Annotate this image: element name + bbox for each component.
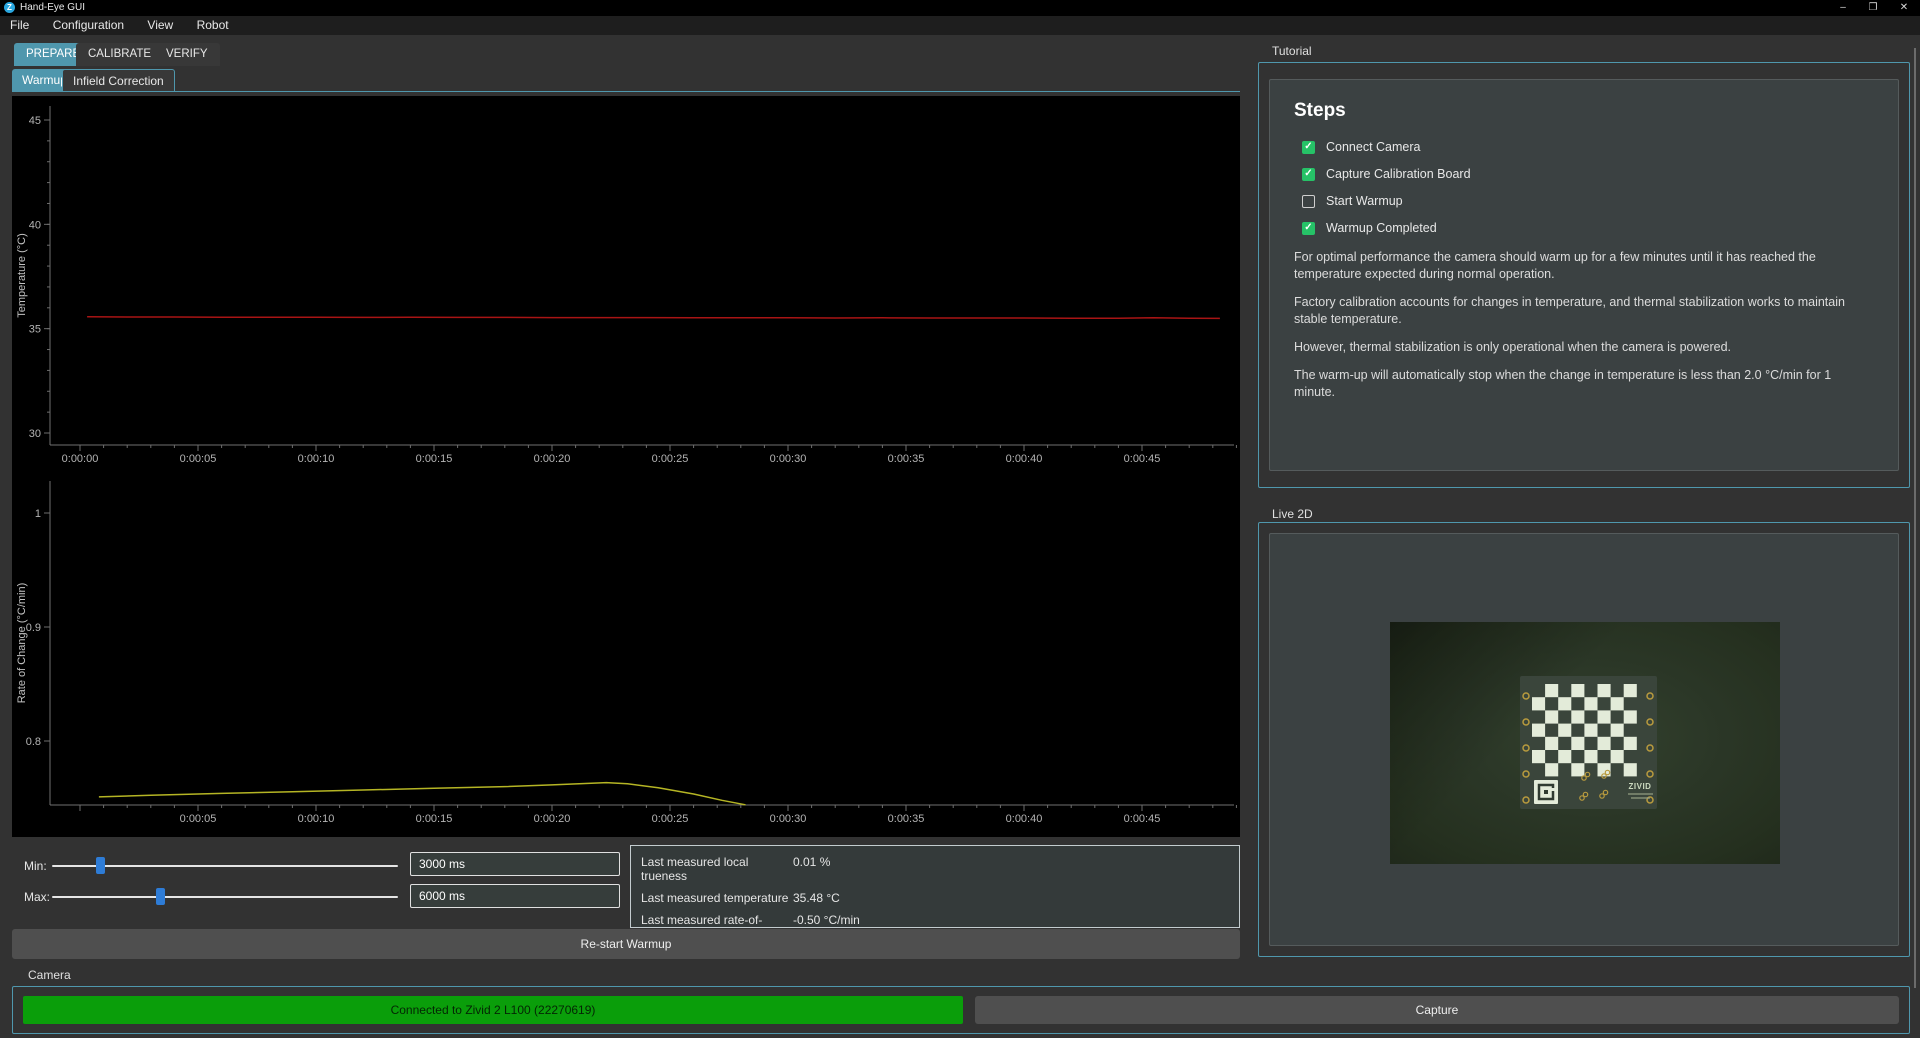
rate-of-change-chart: 0:00:05 0:00:10 0:00:15 0:00:20 0:00:25 0:00:… [12,473,1240,842]
close-button[interactable]: ✕ [1889,0,1919,15]
steps-heading: Steps [1294,100,1874,122]
step-checkbox[interactable] [1302,195,1315,208]
calibration-board: ZIVID [1520,676,1657,809]
menu-configuration[interactable]: Configuration [43,16,134,35]
tab-calibrate[interactable]: CALIBRATE [76,43,163,66]
tutorial-groupbox: Steps Connect Camera Capture Calibration… [1258,62,1910,488]
tutorial-paragraph: For optimal performance the camera shoul… [1294,249,1874,283]
svg-text:0:00:25: 0:00:25 [652,453,689,465]
capture-button[interactable]: Capture [975,996,1899,1024]
camera-groupbox: Connected to Zivid 2 L100 (22270619) Cap… [12,986,1910,1034]
svg-text:Rate of Change (°C/min): Rate of Change (°C/min) [16,583,28,704]
menubar: File Configuration View Robot [0,16,1920,35]
step-warmup-completed: Warmup Completed [1302,221,1874,235]
tutorial-paragraph: The warm-up will automatically stop when… [1294,367,1874,401]
svg-text:0:00:10: 0:00:10 [298,813,335,825]
step-capture-calibration-board: Capture Calibration Board [1302,167,1874,181]
menu-view[interactable]: View [137,16,183,35]
svg-text:0:00:40: 0:00:40 [1006,813,1043,825]
svg-text:45: 45 [29,115,41,127]
warmup-charts-panel: 0:00:00 0:00:05 0:00:10 0:00:15 0:00:20 0:00:… [12,96,1240,837]
restart-warmup-button[interactable]: Re-start Warmup [12,929,1240,959]
camera-group-label: Camera [28,968,71,982]
svg-text:0:00:35: 0:00:35 [888,453,925,465]
status-row: Last measured temperature 35.48 °C [641,891,1239,905]
tutorial-group-label: Tutorial [1272,44,1312,58]
svg-text:30: 30 [29,428,41,440]
svg-text:Temperature (°C): Temperature (°C) [16,233,28,317]
svg-text:35: 35 [29,324,41,336]
svg-text:1: 1 [35,508,41,520]
temperature-value: 35.48 °C [793,891,840,905]
max-slider-handle[interactable] [156,888,165,905]
measurement-status-panel: Last measured local trueness 0.01 % Last… [630,845,1240,928]
svg-text:0.8: 0.8 [26,736,41,748]
live2d-camera-image: ZIVID [1390,622,1780,864]
minimize-button[interactable]: – [1828,0,1858,15]
live2d-group-label: Live 2D [1272,507,1313,521]
svg-text:0:00:10: 0:00:10 [298,453,335,465]
svg-text:0:00:15: 0:00:15 [416,813,453,825]
svg-text:40: 40 [29,219,41,231]
step-connect-camera: Connect Camera [1302,140,1874,154]
hand-eye-gui-window: Z Hand-Eye GUI – ❐ ✕ File Configuration … [0,0,1920,1038]
step-checkbox[interactable] [1302,222,1315,235]
svg-text:0:00:00: 0:00:00 [62,453,99,465]
menu-file[interactable]: File [0,16,39,35]
svg-text:0:00:20: 0:00:20 [534,453,571,465]
max-label: Max: [24,890,50,904]
live2d-card: ZIVID [1269,533,1899,946]
titlebar: Z Hand-Eye GUI – ❐ ✕ [0,0,1920,16]
svg-text:0:00:45: 0:00:45 [1124,453,1161,465]
status-row: Last measured local trueness 0.01 % [641,855,1239,883]
step-checkbox[interactable] [1302,168,1315,181]
svg-text:ZIVID: ZIVID [1629,782,1652,791]
step-checkbox[interactable] [1302,141,1315,154]
step-start-warmup: Start Warmup [1302,194,1874,208]
tutorial-card: Steps Connect Camera Capture Calibration… [1269,79,1899,471]
live2d-groupbox: ZIVID [1258,522,1910,957]
window-title: Hand-Eye GUI [20,2,85,13]
trueness-label: Last measured local trueness [641,855,793,883]
tab-pane-divider [12,91,1240,92]
svg-text:0:00:30: 0:00:30 [770,453,807,465]
temperature-label: Last measured temperature [641,891,793,905]
camera-connected-status: Connected to Zivid 2 L100 (22270619) [23,996,963,1024]
tutorial-paragraph: Factory calibration accounts for changes… [1294,294,1874,328]
tab-verify[interactable]: VERIFY [154,43,220,66]
tab-infield-correction[interactable]: Infield Correction [62,69,175,92]
zivid-app-icon: Z [4,2,15,13]
menu-robot[interactable]: Robot [187,16,239,35]
svg-text:0:00:05: 0:00:05 [180,453,217,465]
svg-text:0:00:05: 0:00:05 [180,813,217,825]
svg-text:0:00:45: 0:00:45 [1124,813,1161,825]
svg-text:0:00:40: 0:00:40 [1006,453,1043,465]
max-ms-field[interactable] [410,884,620,908]
min-ms-field[interactable] [410,852,620,876]
temperature-chart: 0:00:00 0:00:05 0:00:10 0:00:15 0:00:20 0:00:… [12,96,1240,468]
window-right-edge [1914,48,1916,988]
trueness-value: 0.01 % [793,855,830,883]
tutorial-paragraph: However, thermal stabilization is only o… [1294,339,1874,356]
svg-text:0:00:15: 0:00:15 [416,453,453,465]
svg-text:0:00:25: 0:00:25 [652,813,689,825]
max-slider-track[interactable] [52,896,398,898]
svg-text:0:00:30: 0:00:30 [770,813,807,825]
min-label: Min: [24,859,47,873]
svg-text:0:00:20: 0:00:20 [534,813,571,825]
svg-text:0:00:35: 0:00:35 [888,813,925,825]
maximize-button[interactable]: ❐ [1858,0,1888,15]
min-slider-handle[interactable] [96,857,105,874]
